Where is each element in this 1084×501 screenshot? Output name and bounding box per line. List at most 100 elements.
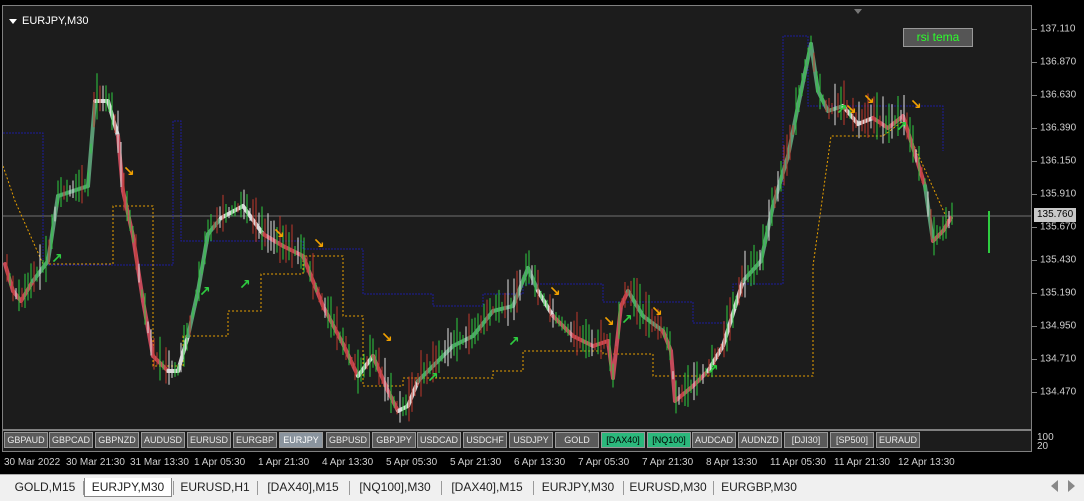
symbol-button-audcad[interactable]: AUDCAD (692, 432, 736, 448)
rsi-tema-label[interactable]: rsi tema (903, 28, 973, 47)
time-label: 5 Apr 21:30 (450, 457, 502, 468)
trend-line-segment (356, 354, 375, 378)
trend-line-segment (673, 384, 695, 403)
price-label: 135.670 (1040, 221, 1077, 233)
time-label: 1 Apr 21:30 (258, 457, 310, 468)
price-label: 136.150 (1040, 155, 1077, 167)
sell-arrow-icon: ↘ (845, 102, 857, 118)
time-label: 1 Apr 05:30 (194, 457, 246, 468)
price-tick (1032, 359, 1037, 360)
price-label: 134.470 (1040, 386, 1077, 398)
buy-arrow-icon: ↗ (621, 312, 633, 328)
time-label: 30 Mar 21:30 (66, 457, 125, 468)
sell-arrow-icon: ↘ (603, 314, 615, 330)
price-label: 135.910 (1040, 188, 1077, 200)
buy-arrow-icon: ↗ (427, 370, 439, 386)
chart-tab[interactable]: GOLD,M15 (8, 478, 82, 497)
chart-tab[interactable]: EURJPY,M30 (534, 478, 622, 497)
symbol-button-eurusd[interactable]: EURUSD (187, 432, 231, 448)
time-label: 11 Apr 21:30 (834, 457, 890, 468)
price-axis: 137.110 136.870 136.630 136.390 136.150 … (1032, 0, 1084, 430)
time-label: 5 Apr 05:30 (386, 457, 438, 468)
price-label: 135.430 (1040, 254, 1077, 266)
symbol-button-gbpnzd[interactable]: GBPNZD (95, 432, 139, 448)
time-label: 30 Mar 2022 (4, 457, 61, 468)
price-label: 136.870 (1040, 56, 1077, 68)
symbol-button-sp500[interactable]: [SP500] (830, 432, 874, 448)
symbol-button-audnzd[interactable]: AUDNZD (738, 432, 782, 448)
trend-line-segment (741, 259, 763, 283)
symbol-button-euraud[interactable]: EURAUD (876, 432, 920, 448)
chart-tab[interactable]: EURGBP,M30 (714, 478, 804, 497)
chart-tab[interactable]: [DAX40],M15 (258, 478, 348, 497)
price-tick (1032, 62, 1037, 63)
sell-arrow-icon: ↘ (549, 284, 561, 300)
chart-window[interactable]: ↗ ↗ ↗ ↗ ↗ ↗ ↗ ↗ ↗ ↘ ↘ ↘ ↘ ↘ ↘ ↘ ↘ ↘ ↘ EURJPY,M30 (2, 5, 1032, 430)
price-tick (1032, 128, 1037, 129)
trend-line-segment (3, 262, 15, 293)
sell-arrow-icon: ↘ (651, 304, 663, 320)
symbol-button-nq100[interactable]: [NQ100] (647, 432, 691, 448)
chart-tab[interactable]: EURJPY,M30 (84, 478, 172, 497)
price-tick (1032, 161, 1037, 162)
chart-menu-icon[interactable] (9, 18, 17, 24)
symbol-button-gbpaud[interactable]: GBPAUD (4, 432, 48, 448)
price-label: 136.630 (1040, 89, 1077, 101)
support-dotted-line (3, 120, 949, 387)
symbol-button-gbpusd[interactable]: GBPUSD (326, 432, 370, 448)
buy-arrow-icon: ↗ (51, 251, 63, 267)
chart-tab[interactable]: [NQ100],M30 (350, 478, 440, 497)
sell-arrow-icon: ↘ (123, 164, 135, 180)
price-label: 134.710 (1040, 353, 1077, 365)
trend-line-segment (56, 189, 75, 198)
chart-tab-bar: GOLD,M15 EURJPY,M30 EURUSD,H1 [DAX40],M15 [N… (0, 474, 1084, 501)
tabs-scroll-right-icon[interactable] (1068, 480, 1075, 492)
trend-line-segment (71, 184, 90, 193)
sell-arrow-icon: ↘ (910, 97, 922, 113)
chart-tab[interactable]: [DAX40],M15 (442, 478, 532, 497)
time-label: 6 Apr 13:30 (514, 457, 566, 468)
price-chart[interactable]: ↗↗ ↗↗↗↗↗↗↗↘↘↘↘↘↘↘↘↘ ↘ (3, 6, 1031, 429)
symbol-button-eurgbp[interactable]: EURGBP (233, 432, 277, 448)
chart-title-label: EURJPY,M30 (22, 15, 89, 27)
price-tick (1032, 29, 1037, 30)
symbol-button-gbpcad[interactable]: GBPCAD (49, 432, 93, 448)
chart-tab[interactable]: EURUSD,H1 (174, 478, 256, 497)
buy-arrow-icon: ↗ (896, 119, 908, 135)
time-label: 12 Apr 13:30 (898, 457, 955, 468)
symbol-button-gbpjpy[interactable]: GBPJPY (372, 432, 416, 448)
buy-arrow-icon: ↗ (199, 284, 211, 300)
time-axis: 30 Mar 2022 30 Mar 21:30 31 Mar 13:30 1 … (0, 452, 1084, 474)
time-label: 7 Apr 21:30 (642, 457, 694, 468)
symbol-button-audusd[interactable]: AUDUSD (141, 432, 185, 448)
symbol-button-usdcad[interactable]: USDCAD (417, 432, 461, 448)
time-label: 11 Apr 05:30 (770, 457, 826, 468)
price-tick (1032, 293, 1037, 294)
time-label: 7 Apr 05:30 (578, 457, 630, 468)
price-tick (1032, 392, 1037, 393)
chart-title: EURJPY,M30 (9, 15, 88, 27)
current-price-marker: 135.760 (1034, 208, 1077, 222)
symbol-button-dji30[interactable]: [DJI30] (784, 432, 828, 448)
tabs-scroll-left-icon[interactable] (1051, 480, 1058, 492)
symbol-button-gold[interactable]: GOLD (555, 432, 599, 448)
price-label: 136.390 (1040, 122, 1077, 134)
sell-arrow-icon: ↘ (381, 330, 393, 346)
indicator-scale-min: 20 (1037, 441, 1049, 452)
trend-line-segment (923, 184, 935, 243)
price-tick (1032, 260, 1037, 261)
sell-arrow-icon: ↘ (273, 226, 285, 242)
price-label: 137.110 (1040, 23, 1076, 35)
buy-arrow-icon: ↗ (707, 362, 719, 378)
symbol-button-eurjpy[interactable]: EURJPY (279, 432, 323, 448)
period-marker-icon (854, 9, 862, 14)
price-label: 134.950 (1040, 320, 1077, 332)
price-label: 135.190 (1040, 287, 1077, 299)
chart-tab[interactable]: EURUSD,M30 (624, 478, 712, 497)
symbol-button-usdjpy[interactable]: USDJPY (509, 432, 553, 448)
symbol-button-dax40[interactable]: [DAX40] (601, 432, 645, 448)
time-label: 8 Apr 13:30 (706, 457, 758, 468)
price-tick (1032, 95, 1037, 96)
symbol-button-usdchf[interactable]: USDCHF (463, 432, 507, 448)
trend-line-segment (341, 342, 360, 378)
